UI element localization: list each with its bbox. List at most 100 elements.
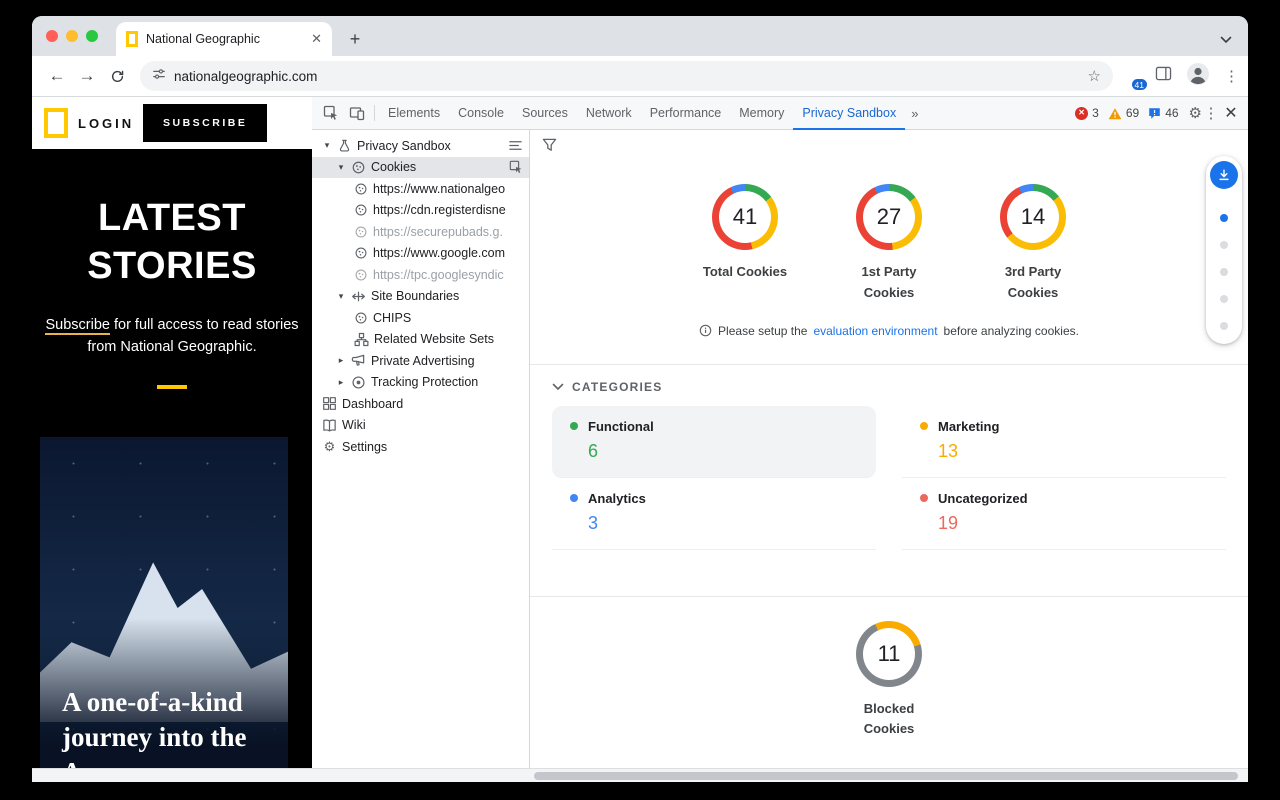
cookie-icon — [354, 225, 368, 239]
donut-chart: 14 — [1000, 184, 1066, 250]
download-icon — [1217, 168, 1231, 182]
category-functional[interactable]: Functional 6 — [552, 406, 876, 478]
story-title[interactable]: A one-of-a-kind journey into the Amazon — [62, 685, 278, 768]
category-uncategorized[interactable]: Uncategorized 19 — [902, 478, 1226, 550]
chevron-down-icon[interactable]: ▾ — [336, 291, 346, 302]
cookie-summary-charts: 41 Total Cookies 27 1st Party Cookies — [530, 130, 1248, 304]
download-report-button[interactable] — [1210, 161, 1238, 189]
more-tabs-icon[interactable]: » — [905, 106, 924, 121]
horizontal-scrollbar[interactable] — [534, 772, 1238, 780]
categories-header[interactable]: CATEGORIES — [530, 365, 1248, 406]
inspect-icon[interactable] — [509, 160, 523, 174]
section-dot[interactable] — [1220, 295, 1228, 303]
privacy-extension-icon[interactable]: 41 — [1121, 66, 1141, 86]
site-boundaries-icon — [351, 289, 366, 304]
bookmark-star-icon[interactable]: ☆ — [1088, 67, 1101, 85]
tab-elements[interactable]: Elements — [379, 97, 449, 130]
section-dot[interactable] — [1220, 268, 1228, 276]
tab-memory[interactable]: Memory — [730, 97, 793, 130]
marketing-count: 13 — [938, 441, 1208, 462]
sidebar-item-cookie-origin[interactable]: https://www.google.com — [312, 243, 529, 265]
chevron-right-icon[interactable]: ▸ — [336, 377, 346, 388]
profile-avatar[interactable] — [1186, 62, 1210, 91]
tab-network[interactable]: Network — [577, 97, 641, 130]
tab-performance[interactable]: Performance — [641, 97, 731, 130]
tab-sources[interactable]: Sources — [513, 97, 577, 130]
sidebar-item-chips[interactable]: CHIPS — [312, 307, 529, 329]
tab-privacy-sandbox[interactable]: Privacy Sandbox — [793, 97, 905, 130]
hero-section: LATEST STORIES Subscribe for full access… — [32, 149, 312, 768]
back-icon[interactable]: ← — [42, 61, 72, 91]
section-dot[interactable] — [1220, 241, 1228, 249]
sidebar-item-site-boundaries[interactable]: ▾ Site Boundaries — [312, 286, 529, 308]
sidebar-item-cookie-origin[interactable]: https://cdn.registerdisne — [312, 200, 529, 222]
site-settings-icon[interactable] — [152, 67, 166, 86]
sidebar-item-private-advertising[interactable]: ▸ Private Advertising — [312, 350, 529, 372]
sidebar-item-dashboard[interactable]: Dashboard — [312, 393, 529, 415]
setup-info: Please setup the evaluation environment … — [530, 324, 1248, 338]
section-dot-active[interactable] — [1220, 214, 1228, 222]
warning-counter[interactable]: 69 — [1108, 106, 1139, 120]
first-party-cookies-chart: 27 1st Party Cookies — [845, 184, 933, 304]
issues-counter[interactable]: 46 — [1148, 106, 1178, 120]
uncategorized-count: 19 — [938, 513, 1208, 534]
analytics-count: 3 — [588, 513, 858, 534]
category-marketing[interactable]: Marketing 13 — [902, 406, 1226, 478]
side-panel-icon[interactable] — [1155, 66, 1172, 86]
new-tab-button[interactable]: + — [342, 26, 368, 52]
toolbar-right-icons: 41 ⋮ — [1121, 62, 1238, 91]
issues-icon — [1148, 107, 1161, 120]
sidebar-item-wiki[interactable]: Wiki — [312, 415, 529, 437]
cookie-icon — [354, 203, 368, 217]
donut-chart: 41 — [712, 184, 778, 250]
window-content: LOGIN SUBSCRIBE LATEST STORIES Subscribe… — [32, 96, 1248, 768]
site-header: LOGIN SUBSCRIBE — [32, 97, 312, 149]
address-bar[interactable]: nationalgeographic.com ☆ — [140, 61, 1113, 91]
category-analytics[interactable]: Analytics 3 — [552, 478, 876, 550]
evaluation-environment-link[interactable]: evaluation environment — [813, 324, 937, 338]
story-card[interactable]: A one-of-a-kind journey into the Amazon — [40, 437, 288, 768]
tab-title: National Geographic — [146, 32, 303, 46]
third-party-cookies-chart: 14 3rd Party Cookies — [989, 184, 1077, 304]
chevron-down-icon[interactable]: ▾ — [336, 162, 346, 173]
devtools-menu-icon[interactable]: ⋮ — [1202, 104, 1220, 122]
forward-icon[interactable]: → — [72, 61, 102, 91]
ng-favicon — [126, 31, 138, 47]
devtools-close-icon[interactable]: ✕ — [1220, 103, 1242, 123]
devtools-settings-icon[interactable]: ⚙ — [1189, 104, 1202, 122]
subscribe-link[interactable]: Subscribe — [45, 317, 109, 335]
blocked-cookies-chart: 11 Blocked Cookies — [530, 621, 1248, 741]
sidebar-item-cookie-origin[interactable]: https://www.nationalgeo — [312, 178, 529, 200]
reload-icon[interactable] — [102, 61, 132, 91]
national-geographic-logo[interactable] — [44, 108, 68, 138]
hero-title: LATEST STORIES — [32, 195, 312, 290]
browser-menu-icon[interactable]: ⋮ — [1224, 67, 1234, 85]
chevron-right-icon[interactable]: ▸ — [336, 355, 346, 366]
subscribe-button[interactable]: SUBSCRIBE — [143, 104, 267, 142]
error-counter[interactable]: ✕ 3 — [1075, 106, 1099, 120]
related-website-sets-icon — [354, 332, 369, 347]
sidebar-item-tracking-protection[interactable]: ▸ Tracking Protection — [312, 372, 529, 394]
chevron-down-icon[interactable]: ▾ — [322, 140, 332, 151]
close-window-button[interactable] — [46, 30, 58, 42]
sidebar-item-settings[interactable]: ⚙ Settings — [312, 436, 529, 458]
sidebar-item-privacy-sandbox[interactable]: ▾ Privacy Sandbox — [312, 135, 529, 157]
zoom-window-button[interactable] — [86, 30, 98, 42]
inspect-element-icon[interactable] — [318, 100, 344, 126]
filter-icon[interactable] — [542, 138, 557, 157]
sidebar-item-cookies[interactable]: ▾ Cookies — [312, 157, 529, 179]
device-toolbar-icon[interactable] — [344, 100, 370, 126]
sidebar-item-related-website-sets[interactable]: Related Website Sets — [312, 329, 529, 351]
collapse-panel-icon[interactable] — [508, 138, 523, 153]
section-dot[interactable] — [1220, 322, 1228, 330]
info-icon — [699, 324, 712, 337]
tab-search-chevron-icon[interactable] — [1220, 31, 1232, 49]
tab-close-icon[interactable]: ✕ — [311, 31, 322, 47]
floating-action-rail — [1206, 156, 1242, 344]
browser-tab[interactable]: National Geographic ✕ — [116, 22, 332, 56]
minimize-window-button[interactable] — [66, 30, 78, 42]
tab-console[interactable]: Console — [449, 97, 513, 130]
sidebar-item-cookie-origin[interactable]: https://securepubads.g. — [312, 221, 529, 243]
sidebar-item-cookie-origin[interactable]: https://tpc.googlesyndic — [312, 264, 529, 286]
login-link[interactable]: LOGIN — [78, 116, 134, 131]
